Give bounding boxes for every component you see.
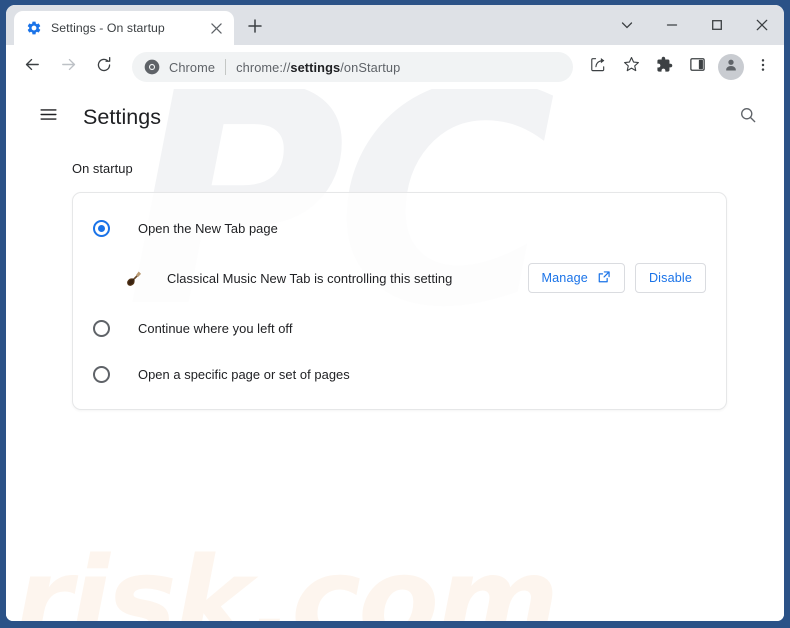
- browser-window-inner: Settings - On startup Chrome chrome://se…: [6, 5, 784, 621]
- startup-option-new-tab[interactable]: Open the New Tab page: [73, 205, 726, 251]
- manage-button-label: Manage: [541, 271, 588, 285]
- window-controls: [604, 5, 784, 45]
- tab-close-icon[interactable]: [206, 18, 226, 38]
- startup-option-label: Open the New Tab page: [138, 220, 278, 236]
- section-title-on-startup: On startup: [72, 161, 133, 176]
- url-bold-part: settings: [290, 59, 341, 75]
- search-icon: [739, 106, 757, 129]
- extensions-button[interactable]: [650, 53, 678, 81]
- settings-search-button[interactable]: [730, 99, 766, 135]
- tab-search-chevron-down-icon[interactable]: [604, 5, 649, 45]
- tab-title: Settings - On startup: [51, 21, 165, 35]
- share-icon: [590, 56, 607, 78]
- hamburger-menu-icon: [39, 105, 58, 129]
- extension-actions: Manage Disable: [527, 263, 706, 293]
- manage-button[interactable]: Manage: [527, 263, 625, 293]
- disable-button[interactable]: Disable: [634, 263, 706, 293]
- extension-control-notice: Classical Music New Tab is controlling t…: [73, 251, 726, 305]
- gear-icon: [26, 20, 42, 36]
- reload-button[interactable]: [88, 51, 120, 83]
- settings-header: Settings: [6, 89, 784, 145]
- url-suffix: /onStartup: [340, 59, 401, 75]
- back-button[interactable]: [16, 51, 48, 83]
- minimize-icon[interactable]: [649, 5, 694, 45]
- startup-option-label: Open a specific page or set of pages: [138, 366, 350, 382]
- chrome-icon: [144, 59, 160, 75]
- bookmark-star-icon: [623, 56, 640, 78]
- profile-avatar-icon: [723, 57, 739, 78]
- url-text: chrome://settings/onStartup: [236, 60, 400, 75]
- side-panel-icon: [689, 56, 706, 78]
- violin-extension-icon: [125, 269, 144, 288]
- arrow-left-icon: [23, 55, 42, 79]
- forward-button[interactable]: [52, 51, 84, 83]
- bookmark-button[interactable]: [617, 53, 645, 81]
- plus-icon: [248, 18, 262, 38]
- browser-toolbar: Chrome chrome://settings/onStartup: [6, 45, 784, 89]
- settings-content: On startup Open the New Tab page Classic…: [6, 161, 784, 410]
- startup-option-label: Continue where you left off: [138, 320, 293, 336]
- watermark-bottom-text: risk.com: [14, 531, 559, 621]
- browser-window: Settings - On startup Chrome chrome://se…: [0, 0, 790, 628]
- on-startup-card: Open the New Tab page Classical Music Ne…: [72, 192, 727, 410]
- new-tab-button[interactable]: [241, 14, 269, 42]
- external-link-icon: [597, 270, 611, 287]
- close-icon[interactable]: [739, 5, 784, 45]
- page-title: Settings: [83, 104, 162, 129]
- maximize-icon[interactable]: [694, 5, 739, 45]
- browser-tab-settings[interactable]: Settings - On startup: [14, 11, 234, 45]
- tab-strip: Settings - On startup: [6, 5, 784, 45]
- extension-notice-text: Classical Music New Tab is controlling t…: [167, 270, 453, 286]
- side-panel-button[interactable]: [683, 53, 711, 81]
- startup-option-continue[interactable]: Continue where you left off: [73, 305, 726, 351]
- disable-button-label: Disable: [648, 271, 692, 285]
- more-vertical-icon: [755, 57, 771, 78]
- main-menu-button[interactable]: [30, 99, 66, 135]
- share-button[interactable]: [584, 53, 612, 81]
- extensions-puzzle-icon: [656, 56, 673, 78]
- reload-icon: [95, 56, 113, 79]
- site-label: Chrome: [169, 59, 216, 75]
- chrome-menu-button[interactable]: [749, 53, 777, 81]
- radio-new-tab[interactable]: [93, 219, 110, 237]
- profile-button[interactable]: [718, 54, 744, 80]
- settings-page: PC risk.com Settings: [6, 89, 784, 621]
- radio-specific-pages[interactable]: [93, 365, 110, 383]
- omnibox-divider: [225, 59, 227, 75]
- arrow-right-icon: [59, 55, 78, 79]
- url-prefix: chrome://: [236, 59, 291, 75]
- address-bar[interactable]: Chrome chrome://settings/onStartup: [132, 52, 573, 82]
- radio-continue-where-left-off[interactable]: [93, 319, 110, 337]
- startup-option-specific-pages[interactable]: Open a specific page or set of pages: [73, 351, 726, 397]
